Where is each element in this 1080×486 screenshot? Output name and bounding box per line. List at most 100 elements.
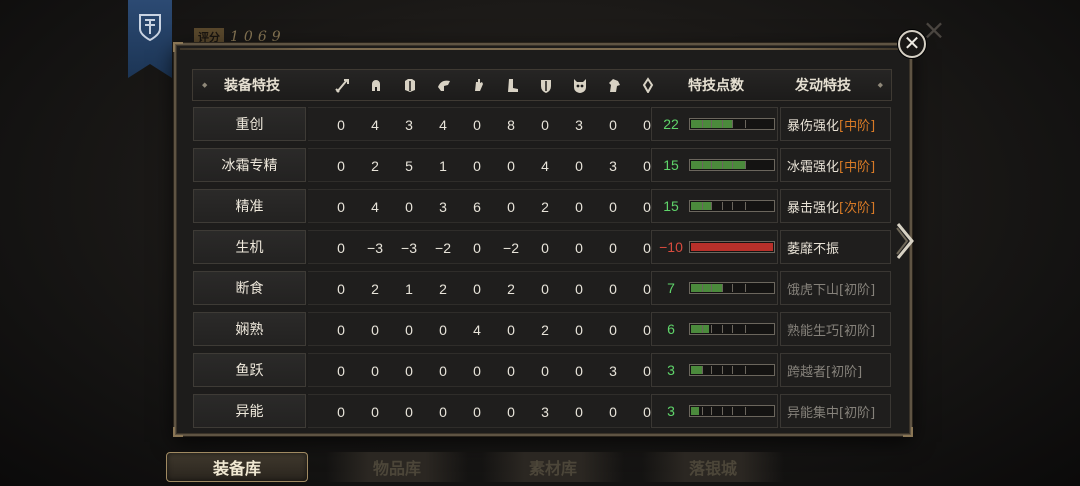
slot-value: 4: [371, 117, 379, 133]
slot-value: 0: [337, 363, 345, 379]
slot-value: 2: [371, 158, 379, 174]
effect-name: 暴伤强化: [787, 118, 840, 134]
slot-value: 0: [609, 281, 617, 297]
effect-tier: [初阶]: [839, 282, 876, 298]
header-points-title: 特技点数: [688, 78, 744, 94]
tab-3[interactable]: 落银城: [642, 452, 784, 482]
slot-values: 0000402000: [308, 312, 651, 346]
slot-values: 0000000030: [308, 353, 651, 387]
slot-value: 0: [541, 117, 549, 133]
active-effect: 熟能生巧 [初阶]: [780, 312, 891, 346]
progress-tick: [732, 366, 733, 374]
progress-tick: [722, 325, 723, 333]
progress-fill: [691, 366, 702, 374]
header-skill-title: 装备特技: [224, 78, 280, 94]
progress-tick: [722, 120, 723, 128]
slot-value: 0: [337, 117, 345, 133]
progress-tick: [702, 366, 703, 374]
progress-tick: [711, 325, 712, 333]
tab-0[interactable]: 装备库: [166, 452, 308, 482]
skill-points: 3: [651, 394, 778, 428]
slot-value: 3: [541, 404, 549, 420]
slot-value: 0: [575, 199, 583, 215]
progress-tick: [711, 366, 712, 374]
slot-value: 0: [337, 404, 345, 420]
header-effect-title: 发动特技: [795, 78, 851, 94]
progress-fill: [691, 284, 722, 292]
progress-tick: [745, 407, 746, 415]
progress-tick: [702, 325, 703, 333]
points-progress-bar: [689, 159, 775, 171]
progress-tick: [732, 120, 733, 128]
slot-values: 0403602000: [308, 189, 651, 223]
slot-value: 0: [473, 363, 481, 379]
active-effect: 萎靡不振: [780, 230, 891, 264]
slot-values: 0434080300: [308, 107, 651, 141]
slot-values: 0251004030: [308, 148, 651, 182]
effect-name: 饿虎下山: [787, 282, 840, 298]
next-page-arrow-icon[interactable]: [895, 222, 915, 260]
slot-value: 0: [337, 281, 345, 297]
active-effect: 暴伤强化 [中阶]: [780, 107, 891, 141]
effect-tier: [次阶]: [839, 200, 876, 216]
progress-tick: [711, 120, 712, 128]
progress-tick: [745, 202, 746, 210]
slot-value: 2: [541, 199, 549, 215]
effect-name: 萎靡不振: [787, 241, 840, 257]
glove-icon: [463, 70, 493, 100]
points-progress-bar: [689, 364, 775, 376]
tab-2[interactable]: 素材库: [482, 452, 624, 482]
slot-value: 0: [507, 404, 515, 420]
points-progress-bar: [689, 282, 775, 294]
effect-tier: [中阶]: [839, 118, 876, 134]
slot-value: 0: [473, 240, 481, 256]
effect-name: 跨越者: [787, 364, 827, 380]
effect-name: 熟能生巧: [787, 323, 840, 339]
skill-name: 娴熟: [193, 312, 306, 346]
shoulder-icon: [429, 70, 459, 100]
progress-tick: [711, 407, 712, 415]
slot-value: 0: [575, 322, 583, 338]
sort-right-caret-icon[interactable]: ◆: [878, 81, 883, 89]
skill-points: 3: [651, 353, 778, 387]
slot-value: 0: [609, 240, 617, 256]
skill-name: 重创: [193, 107, 306, 141]
sword-icon: [327, 70, 357, 100]
tab-1[interactable]: 物品库: [326, 452, 468, 482]
progress-tick: [732, 407, 733, 415]
slot-value: 4: [439, 117, 447, 133]
points-value: 3: [667, 362, 675, 378]
slot-value: 0: [575, 281, 583, 297]
slot-value: 0: [609, 404, 617, 420]
slot-value: 0: [473, 281, 481, 297]
slot-value: 5: [405, 158, 413, 174]
slot-value: 0: [609, 322, 617, 338]
progress-tick: [722, 161, 723, 169]
demon-mask-icon: [565, 70, 595, 100]
progress-tick: [722, 202, 723, 210]
shield-icon: [531, 70, 561, 100]
slot-value: −3: [401, 240, 417, 256]
points-value: −10: [659, 239, 683, 255]
points-progress-bar: [689, 323, 775, 335]
progress-tick: [745, 120, 746, 128]
progress-tick: [745, 284, 746, 292]
effect-tier: [中阶]: [839, 159, 876, 175]
skill-points: 7: [651, 271, 778, 305]
slot-value: −2: [435, 240, 451, 256]
skill-name: 冰霜专精: [193, 148, 306, 182]
slot-value: 0: [405, 404, 413, 420]
progress-tick: [732, 325, 733, 333]
points-value: 3: [667, 403, 675, 419]
close-button[interactable]: ✕: [898, 30, 926, 58]
active-effect: 暴击强化 [次阶]: [780, 189, 891, 223]
skill-name: 精准: [193, 189, 306, 223]
skill-points: 15: [651, 189, 778, 223]
progress-tick: [702, 202, 703, 210]
skill-name: 异能: [193, 394, 306, 428]
slot-value: 0: [609, 199, 617, 215]
guild-banner: [128, 0, 172, 78]
slot-value: 0: [439, 322, 447, 338]
slot-value: 0: [337, 158, 345, 174]
slot-value: 3: [439, 199, 447, 215]
